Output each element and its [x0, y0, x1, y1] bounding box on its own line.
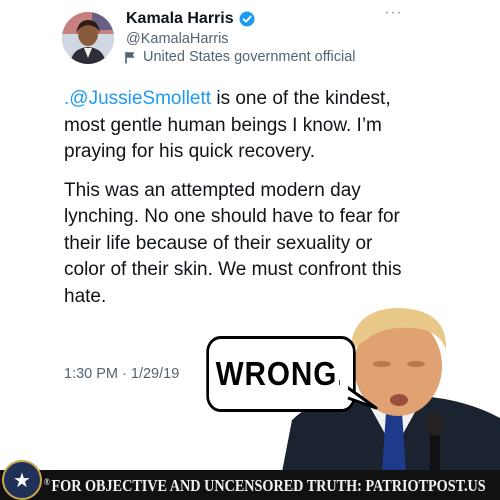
tweet-paragraph-2: This was an attempted modern day lynchin… — [64, 179, 402, 307]
author-handle[interactable]: @KamalaHarris — [126, 31, 229, 47]
avatar-image — [62, 12, 114, 64]
speech-bubble-tail — [340, 378, 378, 410]
government-label-text: United States government official — [143, 49, 356, 65]
mention-link[interactable]: .@JussieSmollett — [64, 88, 211, 109]
star-logo-icon: ★ — [2, 460, 42, 500]
footer-text: ® FOR OBJECTIVE AND UNCENSORED TRUTH: PAT… — [44, 476, 486, 496]
tweet-paragraph-1: .@JussieSmollett is one of the kindest, … — [64, 86, 409, 166]
avatar[interactable] — [62, 12, 114, 64]
author-name-row[interactable]: Kamala Harris — [126, 10, 255, 28]
more-options-icon[interactable]: ··· — [384, 4, 403, 22]
tweet-timestamp[interactable]: 1:30 PM · 1/29/19 — [64, 366, 179, 382]
footer-text-label: FOR OBJECTIVE AND UNCENSORED TRUTH: PATR… — [51, 476, 486, 495]
registered-mark: ® — [44, 476, 50, 487]
government-label: United States government official — [124, 49, 356, 65]
author-name[interactable]: Kamala Harris — [126, 10, 234, 28]
flag-icon — [124, 51, 136, 64]
verified-badge-icon — [239, 11, 255, 27]
speech-bubble: WRONG. — [206, 336, 356, 412]
tweet-body: .@JussieSmollett is one of the kindest, … — [64, 86, 409, 310]
